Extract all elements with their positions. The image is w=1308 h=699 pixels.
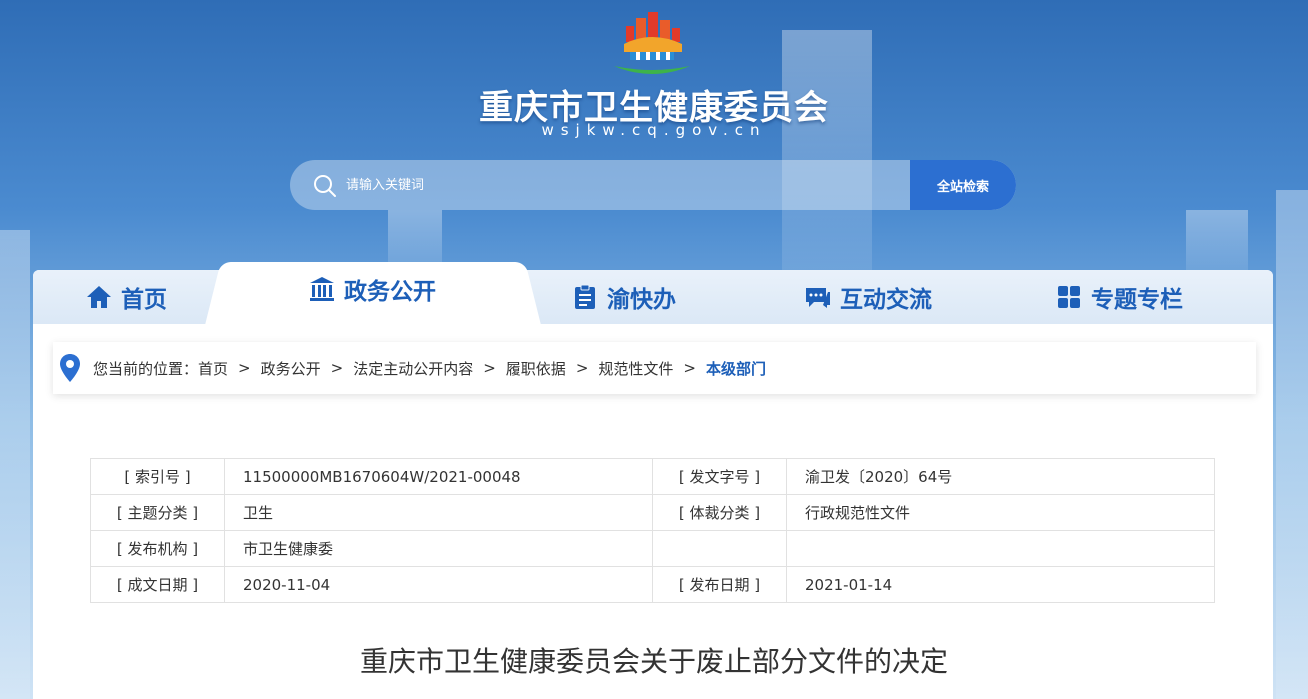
clipboard-icon bbox=[575, 284, 595, 309]
nav-item-home[interactable]: 首页 bbox=[85, 270, 167, 324]
meta-value-document-number: 渝卫发〔2020〕64号 bbox=[786, 458, 1215, 495]
table-row: [ 发布机构 ] 市卫生健康委 bbox=[90, 530, 1215, 567]
meta-value-publisher: 市卫生健康委 bbox=[224, 530, 653, 567]
main-nav: 首页 政务公开 渝快办 互动交流 专题专栏 bbox=[33, 262, 1273, 324]
nav-item-interaction[interactable]: 互动交流 bbox=[804, 270, 932, 324]
table-row: [ 主题分类 ] 卫生 [ 体裁分类 ] 行政规范性文件 bbox=[90, 494, 1215, 531]
search-bar: 全站检索 bbox=[290, 160, 1016, 210]
meta-value-publish-date: 2021-01-14 bbox=[786, 566, 1215, 603]
breadcrumb-item-home[interactable]: 首页 bbox=[198, 358, 228, 379]
table-row: [ 成文日期 ] 2020-11-04 [ 发布日期 ] 2021-01-14 bbox=[90, 566, 1215, 603]
nav-item-label: 政务公开 bbox=[344, 279, 436, 305]
search-icon bbox=[314, 175, 336, 197]
breadcrumb-item-duty-basis[interactable]: 履职依据 bbox=[506, 358, 566, 379]
nav-item-special-topics[interactable]: 专题专栏 bbox=[1055, 270, 1183, 324]
breadcrumb: 您当前的位置： 首页 > 政务公开 > 法定主动公开内容 > 履职依据 > 规范… bbox=[53, 342, 1256, 394]
meta-label-publish-date: [ 发布日期 ] bbox=[652, 566, 787, 603]
nav-item-yukuaiban[interactable]: 渝快办 bbox=[571, 270, 676, 324]
meta-label-genre: [ 体裁分类 ] bbox=[652, 494, 787, 531]
meta-value-topic: 卫生 bbox=[224, 494, 653, 531]
chat-icon bbox=[806, 288, 830, 308]
breadcrumb-separator: > bbox=[483, 359, 496, 377]
meta-value-genre: 行政规范性文件 bbox=[786, 494, 1215, 531]
meta-label-empty bbox=[652, 530, 787, 567]
breadcrumb-prefix: 您当前的位置： bbox=[93, 359, 199, 378]
location-pin-icon bbox=[60, 354, 80, 382]
document-meta-table: [ 索引号 ] 11500000MB1670604W/2021-00048 [ … bbox=[90, 458, 1215, 603]
breadcrumb-item-normative-documents[interactable]: 规范性文件 bbox=[598, 358, 673, 379]
meta-label-publisher: [ 发布机构 ] bbox=[90, 530, 225, 567]
site-logo[interactable] bbox=[610, 8, 694, 78]
nav-item-government-affairs[interactable]: 政务公开 bbox=[308, 262, 436, 316]
breadcrumb-separator: > bbox=[575, 359, 589, 377]
table-row: [ 索引号 ] 11500000MB1670604W/2021-00048 [ … bbox=[90, 458, 1215, 495]
meta-label-written-date: [ 成文日期 ] bbox=[90, 566, 225, 603]
document-title: 重庆市卫生健康委员会关于废止部分文件的决定 bbox=[359, 645, 948, 678]
grid-icon bbox=[1058, 286, 1080, 308]
breadcrumb-separator: > bbox=[238, 359, 251, 377]
breadcrumb-separator: > bbox=[330, 359, 344, 377]
search-input[interactable] bbox=[346, 160, 906, 210]
meta-value-index-number: 11500000MB1670604W/2021-00048 bbox=[224, 458, 653, 495]
site-domain: wsjkw.cq.gov.cn bbox=[541, 121, 767, 139]
nav-item-label: 专题专栏 bbox=[1091, 287, 1183, 313]
search-button[interactable]: 全站检索 bbox=[910, 160, 1016, 210]
nav-item-label: 互动交流 bbox=[840, 287, 932, 313]
nav-item-label: 首页 bbox=[121, 287, 167, 313]
nav-item-label: 渝快办 bbox=[607, 287, 676, 313]
breadcrumb-item-government-affairs[interactable]: 政务公开 bbox=[261, 358, 321, 379]
site-header: 重庆市卫生健康委员会 wsjkw.cq.gov.cn 全站检索 bbox=[0, 0, 1308, 270]
meta-value-written-date: 2020-11-04 bbox=[224, 566, 653, 603]
meta-label-document-number: [ 发文字号 ] bbox=[652, 458, 787, 495]
home-icon bbox=[87, 286, 111, 308]
breadcrumb-separator: > bbox=[683, 359, 696, 377]
breadcrumb-item-current[interactable]: 本级部门 bbox=[706, 358, 766, 379]
meta-label-topic: [ 主题分类 ] bbox=[90, 494, 225, 531]
meta-value-empty bbox=[786, 530, 1215, 567]
bank-icon bbox=[310, 277, 334, 301]
meta-label-index-number: [ 索引号 ] bbox=[90, 458, 225, 495]
skyline-building bbox=[0, 230, 30, 699]
breadcrumb-item-statutory-disclosure[interactable]: 法定主动公开内容 bbox=[353, 358, 473, 379]
